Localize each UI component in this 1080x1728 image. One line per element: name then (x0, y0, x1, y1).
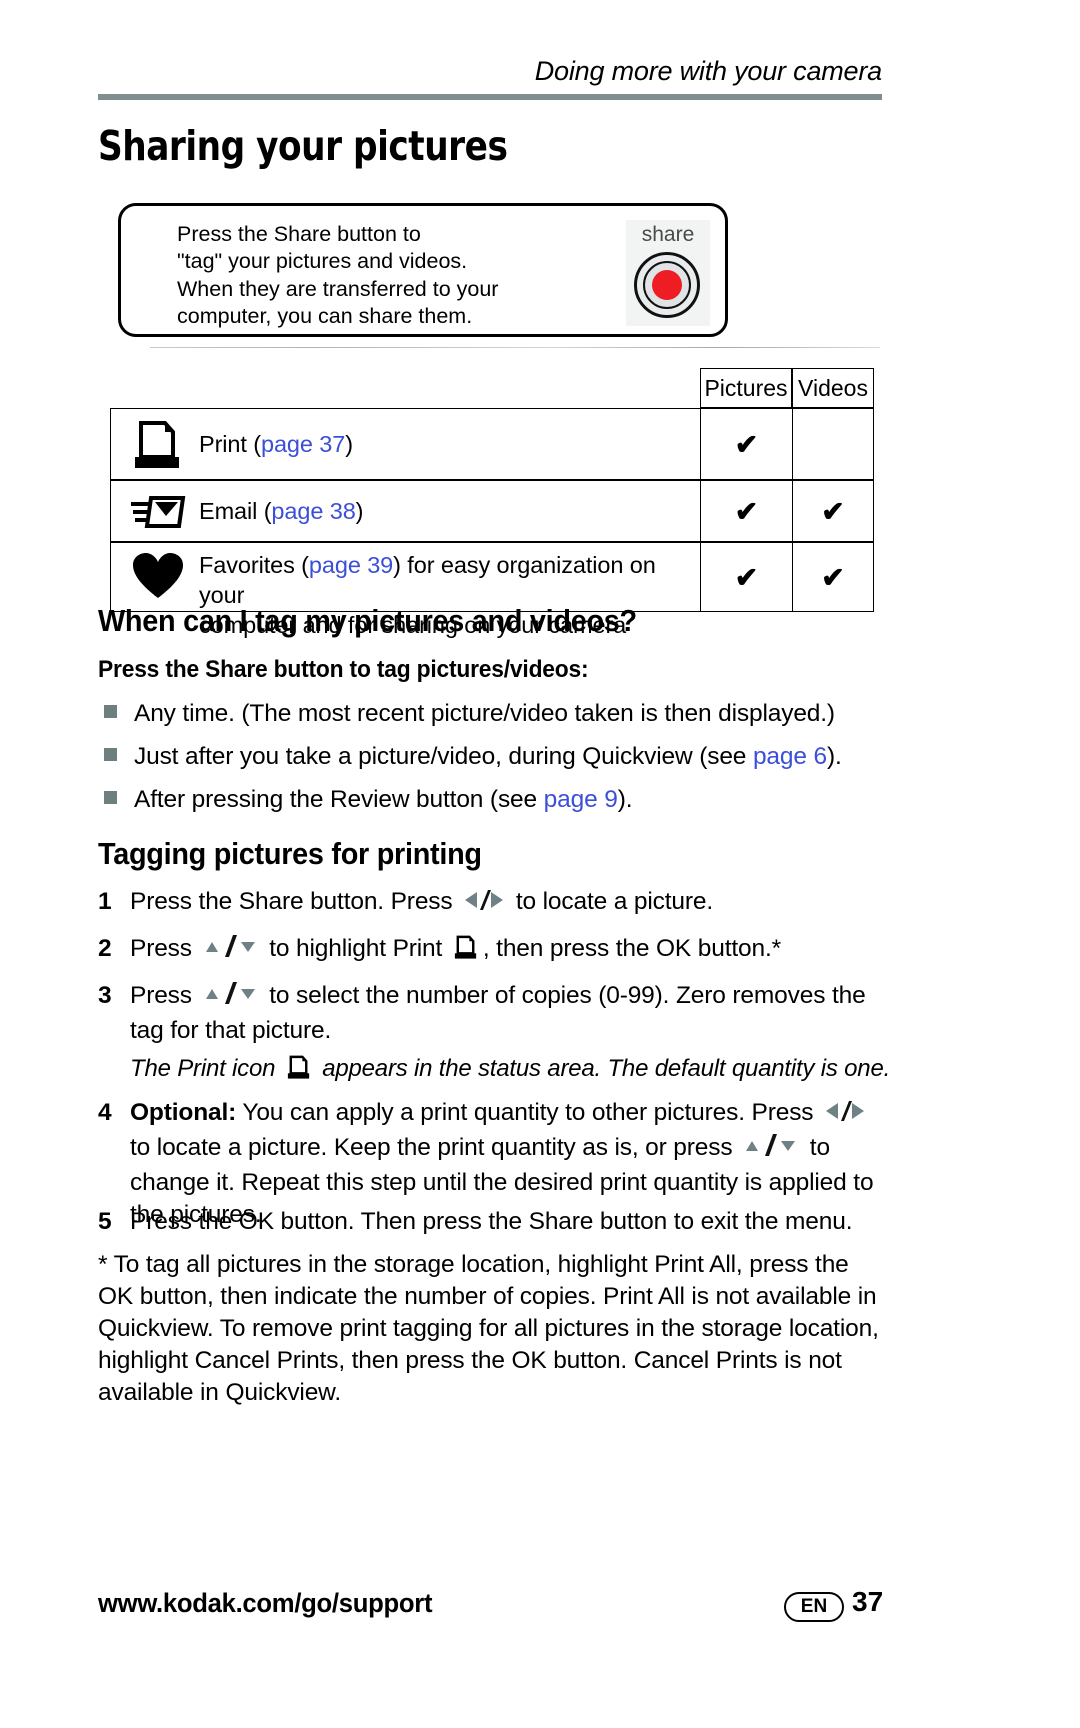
bullet-suffix: ). (826, 743, 842, 770)
subheading-press-share: Press the Share button to tag pictures/v… (98, 656, 589, 683)
note-text-part: The Print icon (130, 1055, 282, 1082)
list-item: Just after you take a picture/video, dur… (104, 743, 842, 771)
cell-videos-check: ✔ (821, 495, 845, 527)
section-heading-when-tag: When can I tag my pictures and videos? (98, 603, 637, 638)
row-label-cell: Favorites (page 39) for easy organizatio… (111, 543, 701, 638)
print-icon-note: The Print icon appears in the status are… (130, 1053, 890, 1088)
bullet-suffix: ). (617, 786, 633, 813)
running-head: Doing more with your camera (534, 56, 882, 86)
document-page: Doing more with your camera Sharing your… (0, 0, 1080, 1728)
step-text-part: to highlight Print (262, 935, 449, 962)
step-text-part: to locate a picture. (509, 888, 714, 915)
step-text-part: You can apply a print quantity to other … (236, 1099, 821, 1126)
bullet-square-icon (104, 791, 117, 804)
step-text: Press to select the number of copies (0-… (130, 980, 888, 1047)
step-number: 5 (98, 1208, 112, 1235)
step-text-part: Press (130, 982, 199, 1009)
row-label-text: Email (page 38) (199, 496, 364, 526)
callout-line-4: computer, you can share them. (177, 304, 473, 328)
cell-videos-check (793, 409, 873, 479)
column-header-videos: Videos (792, 368, 874, 408)
page-number: 37 (852, 1586, 884, 1617)
up-down-arrows-icon (203, 980, 259, 1015)
cell-pictures-check: ✔ (701, 543, 793, 611)
page-link[interactable]: page 38 (271, 498, 355, 524)
table-row: Email (page 38) ✔ ✔ (110, 480, 874, 542)
step-item: 3 Press to select the number of copies (… (98, 980, 888, 1047)
label-suffix: ) (355, 498, 364, 524)
share-button-label: share (641, 223, 695, 246)
share-callout-box: Press the Share button to "tag" your pic… (118, 203, 728, 337)
footer-support-url[interactable]: www.kodak.com/go/support (98, 1588, 433, 1619)
printer-icon (285, 1053, 313, 1088)
page-link[interactable]: page 37 (261, 431, 345, 457)
callout-line-3: When they are transferred to your (177, 277, 499, 301)
table-header-row: Pictures Videos (700, 368, 874, 408)
page-link[interactable]: page 6 (753, 743, 827, 770)
step-number: 3 (98, 982, 112, 1009)
step-item: 5 Press the OK button. Then press the Sh… (98, 1206, 888, 1238)
row-label-cell: Email (page 38) (111, 481, 701, 541)
section-heading-tagging: Tagging pictures for printing (98, 836, 482, 871)
page-title: Sharing your pictures (98, 122, 508, 170)
label-suffix: ) (345, 431, 353, 457)
step-text: Press to highlight Print , then press th… (130, 933, 888, 970)
bullet-square-icon (104, 705, 117, 718)
column-header-pictures: Pictures (700, 368, 792, 408)
language-badge: EN (784, 1592, 844, 1622)
bullet-text: Any time. (The most recent picture/video… (134, 700, 835, 727)
cell-pictures-check: ✔ (701, 409, 793, 479)
cell-videos-check: ✔ (821, 561, 845, 593)
up-down-arrows-icon (203, 933, 259, 968)
decorative-rule (150, 347, 880, 348)
callout-line-1: Press the Share button to (177, 222, 421, 246)
step-item: 2 Press to highlight Print , then press … (98, 933, 888, 970)
share-button-inner-ring (643, 261, 691, 309)
label-prefix: Print ( (199, 431, 261, 457)
step-text-part: Press (130, 935, 199, 962)
row-label-text: Print (page 37) (199, 429, 353, 459)
note-text-part: appears in the status area. The default … (315, 1055, 891, 1082)
step-bold-lead: Optional: (130, 1099, 237, 1126)
list-item: After pressing the Review button (see pa… (104, 786, 633, 814)
up-down-arrows-icon (743, 1132, 799, 1167)
header-rule (98, 94, 882, 100)
footnote-paragraph: * To tag all pictures in the storage loc… (98, 1251, 879, 1406)
step-number: 1 (98, 888, 112, 915)
heart-icon (129, 548, 187, 606)
share-button-outer-ring (634, 252, 700, 318)
step-number: 4 (98, 1099, 112, 1126)
step-item: 1 Press the Share button. Press to locat… (98, 886, 888, 921)
callout-paragraph-1: Press the Share button to "tag" your pic… (177, 221, 467, 275)
printer-icon (129, 415, 187, 473)
page-link[interactable]: page 9 (544, 786, 618, 813)
step-number: 2 (98, 935, 112, 962)
step-text-part: to locate a picture. Keep the print quan… (130, 1134, 740, 1161)
label-prefix: Favorites ( (199, 552, 309, 578)
share-button-graphic: share (626, 220, 710, 326)
bullet-square-icon (104, 748, 117, 761)
step-text-part: , then press the OK button.* (482, 935, 782, 962)
step-text-part: Press the Share button. Press (130, 888, 460, 915)
step-text: Press the Share button. Press to locate … (130, 886, 888, 921)
cell-pictures-check: ✔ (701, 481, 793, 541)
list-item: Any time. (The most recent picture/video… (104, 700, 835, 728)
printer-icon (452, 933, 480, 970)
row-label-cell: Print (page 37) (111, 409, 701, 479)
bullet-text: Just after you take a picture/video, dur… (134, 743, 753, 770)
bullet-text: After pressing the Review button (see (134, 786, 544, 813)
callout-line-2: "tag" your pictures and videos. (177, 249, 468, 273)
left-right-arrows-icon (463, 888, 505, 921)
callout-paragraph-2: When they are transferred to your comput… (177, 276, 498, 330)
email-icon (129, 482, 187, 540)
step-text: Press the OK button. Then press the Shar… (130, 1208, 853, 1235)
table-row: Favorites (page 39) for easy organizatio… (110, 542, 874, 638)
table-row: Print (page 37) ✔ (110, 408, 874, 480)
label-prefix: Email ( (199, 498, 272, 524)
left-right-arrows-icon (824, 1099, 866, 1132)
share-button-red-dot (652, 270, 682, 300)
page-link[interactable]: page 39 (309, 552, 393, 578)
